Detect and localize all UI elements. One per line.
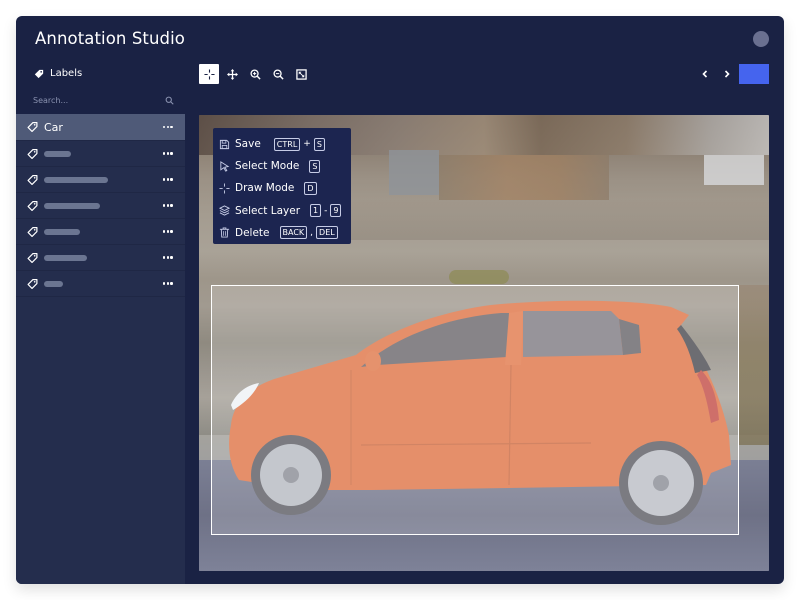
more-options-icon[interactable]	[163, 230, 173, 234]
more-options-icon[interactable]	[163, 152, 173, 156]
next-image-button[interactable]	[716, 64, 738, 84]
hotkey-label: Save	[235, 138, 261, 151]
more-options-icon[interactable]	[163, 256, 173, 260]
more-options-icon[interactable]	[163, 125, 173, 129]
hotkey-keys: D	[304, 181, 317, 195]
hotkey-keys: S	[309, 159, 321, 173]
hotkey-row-draw-mode: Draw Mode D	[219, 177, 345, 199]
label-placeholder-bar	[44, 176, 108, 183]
hotkey-panel: Save CTRL + S Select Mode S Draw Mode D …	[213, 128, 351, 244]
zoom-in-icon	[249, 68, 261, 80]
key-separator: +	[303, 139, 311, 150]
tag-icon	[27, 122, 38, 132]
chevron-right-icon	[724, 70, 730, 78]
more-options-icon[interactable]	[163, 204, 173, 208]
search-input[interactable]	[33, 95, 143, 105]
draw-tool-button[interactable]	[199, 64, 219, 84]
photo-background	[704, 155, 764, 185]
layers-icon	[219, 205, 230, 216]
label-name: Car	[44, 120, 63, 134]
key-separator: -	[324, 205, 328, 216]
image-navigation	[694, 64, 769, 84]
key-badge: S	[313, 137, 325, 151]
search-icon[interactable]	[165, 96, 174, 105]
label-item[interactable]	[16, 219, 185, 245]
label-placeholder-bar	[44, 202, 100, 209]
fit-screen-button[interactable]	[291, 64, 311, 84]
hotkey-keys: 1 - 9	[310, 204, 342, 218]
label-list: Car	[16, 114, 185, 297]
trash-icon	[219, 227, 230, 238]
primary-action-button[interactable]	[739, 64, 769, 84]
key-badge: 9	[330, 204, 342, 218]
app-window: Annotation Studio Labels Car	[16, 16, 784, 584]
tag-icon	[27, 174, 38, 185]
more-options-icon[interactable]	[163, 282, 173, 286]
tag-icon	[27, 226, 38, 237]
hotkey-row-delete: Delete BACK , DEL	[219, 222, 345, 244]
hotkey-label: Draw Mode	[235, 182, 295, 195]
annotation-canvas[interactable]: Save CTRL + S Select Mode S Draw Mode D …	[199, 115, 769, 571]
crosshair-icon	[203, 68, 215, 80]
bounding-box-car[interactable]	[211, 285, 739, 535]
photo-background	[739, 285, 769, 445]
key-separator: ,	[310, 227, 314, 238]
key-badge: DEL	[316, 226, 338, 240]
zoom-out-button[interactable]	[268, 64, 288, 84]
chevron-left-icon	[702, 70, 708, 78]
hotkey-keys: CTRL + S	[273, 137, 325, 151]
labels-header: Labels	[34, 68, 82, 79]
hotkey-label: Delete	[235, 226, 270, 239]
zoom-out-icon	[272, 68, 284, 80]
app-title: Annotation Studio	[35, 29, 185, 48]
tag-icon	[27, 252, 38, 263]
tag-icon	[27, 200, 38, 211]
move-icon	[226, 68, 238, 80]
tag-icon	[34, 69, 44, 78]
label-item-car[interactable]: Car	[16, 114, 185, 141]
photo-background	[449, 270, 509, 284]
label-item[interactable]	[16, 193, 185, 219]
label-search	[33, 92, 174, 108]
label-item[interactable]	[16, 167, 185, 193]
fit-screen-icon	[295, 68, 307, 80]
key-badge: BACK	[279, 226, 308, 240]
photo-background	[389, 150, 439, 195]
tag-icon	[27, 278, 38, 289]
crosshair-icon	[219, 183, 230, 194]
zoom-in-button[interactable]	[245, 64, 265, 84]
sidebar: Car	[16, 114, 185, 584]
key-badge: D	[304, 181, 317, 195]
label-item[interactable]	[16, 271, 185, 297]
hotkey-row-select-layer: Select Layer 1 - 9	[219, 200, 345, 222]
user-avatar[interactable]	[753, 31, 769, 47]
photo-background	[439, 155, 609, 200]
photo-background	[349, 200, 769, 240]
hotkey-keys: BACK , DEL	[279, 226, 338, 240]
hotkey-label: Select Layer	[235, 204, 301, 217]
label-item[interactable]	[16, 141, 185, 167]
key-badge: S	[309, 159, 321, 173]
label-placeholder-bar	[44, 280, 63, 287]
save-icon	[219, 139, 230, 149]
pan-tool-button[interactable]	[222, 64, 242, 84]
cursor-icon	[220, 160, 230, 172]
key-badge: 1	[310, 204, 322, 218]
canvas-toolbar	[199, 63, 314, 85]
key-badge: CTRL	[273, 137, 301, 151]
more-options-icon[interactable]	[163, 178, 173, 182]
tag-icon	[27, 148, 38, 159]
label-placeholder-bar	[44, 254, 87, 261]
label-placeholder-bar	[44, 228, 80, 235]
label-placeholder-bar	[44, 150, 71, 157]
hotkey-label: Select Mode	[235, 160, 300, 173]
previous-image-button[interactable]	[694, 64, 716, 84]
hotkey-row-select-mode: Select Mode S	[219, 155, 345, 177]
label-item[interactable]	[16, 245, 185, 271]
hotkey-row-save: Save CTRL + S	[219, 133, 345, 155]
labels-title: Labels	[50, 68, 83, 79]
